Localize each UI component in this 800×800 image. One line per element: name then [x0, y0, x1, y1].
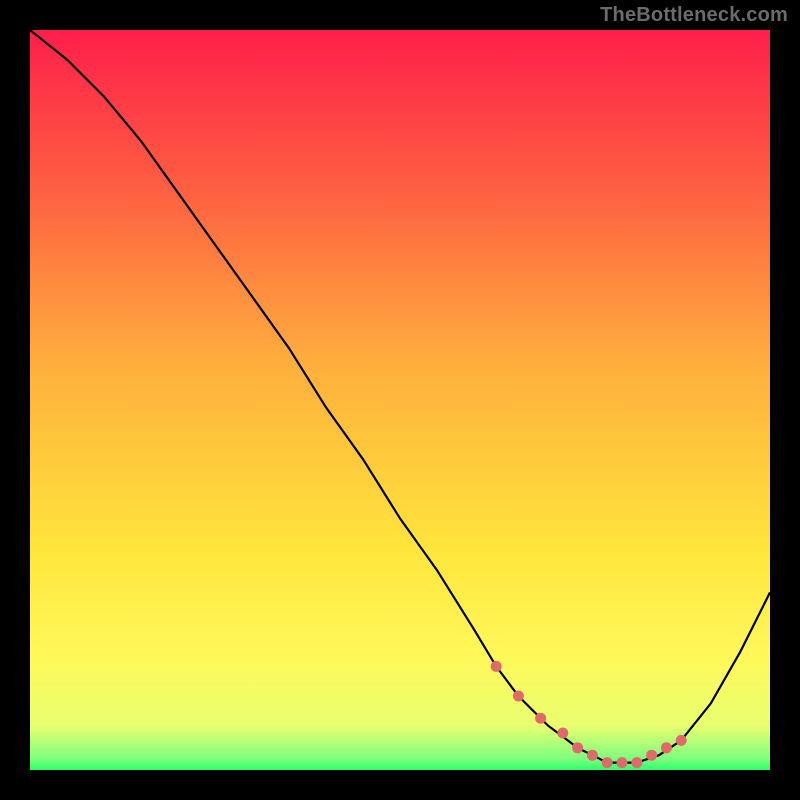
app-frame: TheBottleneck.com — [0, 0, 800, 800]
optimal-marker — [617, 757, 628, 768]
optimal-marker — [631, 757, 642, 768]
watermark-text: TheBottleneck.com — [600, 4, 788, 27]
optimal-marker — [587, 750, 598, 761]
optimal-marker — [602, 757, 613, 768]
curve-layer — [30, 30, 770, 770]
optimal-marker — [676, 735, 687, 746]
optimal-marker — [557, 728, 568, 739]
optimal-marker — [491, 661, 502, 672]
optimal-marker — [513, 691, 524, 702]
optimal-marker — [572, 742, 583, 753]
bottleneck-curve — [30, 30, 770, 763]
chart-area — [30, 30, 770, 770]
optimal-marker — [661, 742, 672, 753]
optimal-range-markers — [491, 661, 687, 768]
optimal-marker — [535, 713, 546, 724]
optimal-marker — [646, 750, 657, 761]
